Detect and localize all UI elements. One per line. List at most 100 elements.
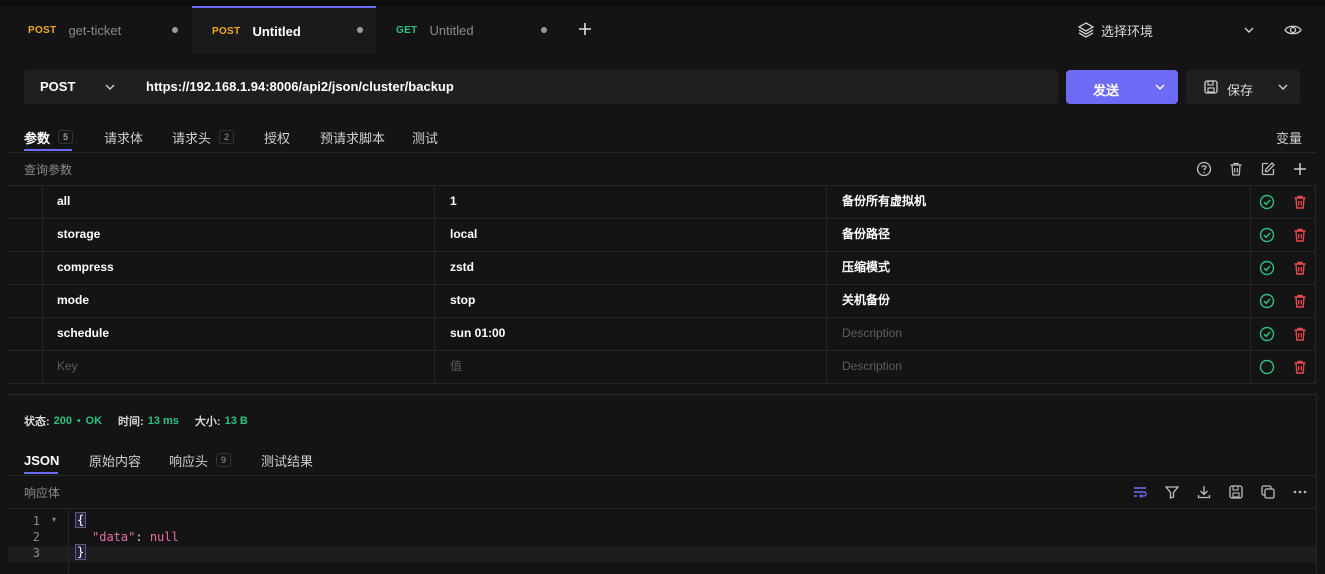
param-value[interactable]: zstd — [450, 251, 474, 284]
circle-icon[interactable] — [1259, 359, 1275, 378]
count-badge: 2 — [219, 130, 235, 144]
tab-headers[interactable]: 请求头 2 — [172, 127, 235, 147]
trash-icon[interactable] — [1292, 359, 1308, 378]
tab-method: POST — [212, 25, 241, 37]
param-description[interactable]: 备份路径 — [842, 218, 890, 251]
param-key[interactable]: storage — [57, 218, 100, 251]
tab-name: get-ticket — [68, 22, 122, 38]
tab-label: 授权 — [264, 130, 291, 146]
param-key[interactable]: mode — [57, 284, 89, 317]
param-key-input[interactable]: Key — [57, 350, 78, 383]
chevron-down-icon[interactable] — [1243, 24, 1255, 39]
param-description-input[interactable]: Description — [842, 350, 902, 383]
param-key[interactable]: compress — [57, 251, 114, 284]
unsaved-dot-icon[interactable] — [541, 27, 547, 33]
size-value: 13 B — [224, 415, 248, 427]
save-button[interactable]: 保存 — [1186, 70, 1300, 104]
request-tab[interactable]: POST get-ticket — [0, 6, 192, 54]
code-brace: { — [74, 512, 87, 528]
tab-body[interactable]: 请求体 — [104, 127, 143, 147]
tab-label: 测试结果 — [261, 453, 314, 469]
send-label: 发送 — [1093, 83, 1120, 98]
tab-label: 请求头 — [172, 130, 212, 146]
tab-response-headers[interactable]: 响应头 9 — [169, 450, 232, 470]
eye-icon[interactable] — [1284, 22, 1302, 41]
tab-label: JSON — [24, 452, 60, 468]
gutter-divider — [68, 510, 69, 574]
active-tab-underline — [24, 472, 58, 474]
copy-icon[interactable] — [1258, 482, 1278, 502]
tab-pre-request-script[interactable]: 预请求脚本 — [320, 127, 385, 147]
fold-toggle-icon[interactable]: ▾ — [52, 515, 56, 524]
wrap-lines-icon[interactable] — [1130, 482, 1150, 502]
plus-icon — [579, 23, 591, 35]
chevron-down-icon[interactable] — [1154, 81, 1166, 96]
chevron-down-icon[interactable] — [104, 81, 116, 96]
request-tab-active[interactable]: POST Untitled — [192, 6, 376, 54]
unsaved-dot-icon[interactable] — [172, 27, 178, 33]
tab-params[interactable]: 参数 5 — [24, 127, 74, 147]
tab-json[interactable]: JSON — [24, 450, 59, 470]
param-value[interactable]: sun 01:00 — [450, 317, 505, 350]
add-param-icon[interactable] — [1290, 159, 1310, 179]
chevron-down-icon[interactable] — [1277, 81, 1289, 96]
send-button[interactable]: 发送 — [1066, 70, 1178, 104]
tab-name: Untitled — [252, 23, 301, 39]
time-value: 13 ms — [147, 415, 179, 427]
edit-icon[interactable] — [1258, 159, 1278, 179]
check-circle-icon[interactable] — [1259, 260, 1275, 279]
trash-icon[interactable] — [1292, 260, 1308, 279]
tab-variables[interactable]: 变量 — [1276, 127, 1302, 147]
status-code: 200 — [53, 415, 73, 427]
trash-icon[interactable] — [1292, 194, 1308, 213]
param-description[interactable]: 压缩模式 — [842, 251, 890, 284]
save-icon[interactable] — [1226, 482, 1246, 502]
param-description-input[interactable]: Description — [842, 317, 902, 350]
table-row: mode stop 关机备份 — [8, 284, 1316, 317]
help-icon[interactable] — [1194, 159, 1214, 179]
request-tab[interactable]: GET Untitled — [376, 6, 560, 54]
tab-raw[interactable]: 原始内容 — [89, 450, 141, 470]
active-tab-underline — [24, 149, 72, 151]
unsaved-dot-icon[interactable] — [357, 27, 363, 33]
divider — [8, 152, 1316, 153]
json-key: "data" — [92, 530, 136, 544]
active-line-highlight — [8, 546, 1316, 562]
check-circle-icon[interactable] — [1259, 293, 1275, 312]
filter-icon[interactable] — [1162, 482, 1182, 502]
response-body-label: 响应体 — [24, 486, 61, 500]
check-circle-icon[interactable] — [1259, 194, 1275, 213]
method-selector[interactable]: POST — [40, 70, 75, 104]
tab-auth[interactable]: 授权 — [264, 127, 290, 147]
size-label: 大小: — [194, 416, 221, 428]
tab-test-results[interactable]: 测试结果 — [261, 450, 313, 470]
trash-icon[interactable] — [1226, 159, 1246, 179]
tab-label: 原始内容 — [89, 453, 142, 469]
environment-selector[interactable]: 选择环境 — [1077, 18, 1153, 42]
url-input[interactable]: https://192.168.1.94:8006/api2/json/clus… — [146, 70, 454, 104]
more-icon[interactable] — [1290, 482, 1310, 502]
line-number: 2 — [32, 530, 40, 544]
tab-tests[interactable]: 测试 — [412, 127, 438, 147]
check-circle-icon[interactable] — [1259, 227, 1275, 246]
param-description[interactable]: 关机备份 — [842, 284, 890, 317]
param-value[interactable]: 1 — [450, 185, 457, 218]
param-value-input[interactable]: 值 — [450, 350, 462, 383]
param-description[interactable]: 备份所有虚拟机 — [842, 185, 926, 218]
dot-separator-icon: • — [77, 415, 81, 427]
pane-splitter[interactable] — [8, 394, 1316, 395]
response-status: 状态: 200 • OK 时间: 13 ms 大小: 13 B — [24, 413, 248, 429]
param-value[interactable]: stop — [450, 284, 475, 317]
trash-icon[interactable] — [1292, 326, 1308, 345]
add-tab-button[interactable] — [578, 22, 592, 39]
param-key[interactable]: all — [57, 185, 70, 218]
time-label: 时间: — [118, 416, 144, 428]
param-key[interactable]: schedule — [57, 317, 109, 350]
trash-icon[interactable] — [1292, 227, 1308, 246]
tab-name: Untitled — [429, 22, 474, 38]
download-icon[interactable] — [1194, 482, 1214, 502]
trash-icon[interactable] — [1292, 293, 1308, 312]
table-row: compress zstd 压缩模式 — [8, 251, 1316, 284]
check-circle-icon[interactable] — [1259, 326, 1275, 345]
param-value[interactable]: local — [450, 218, 477, 251]
